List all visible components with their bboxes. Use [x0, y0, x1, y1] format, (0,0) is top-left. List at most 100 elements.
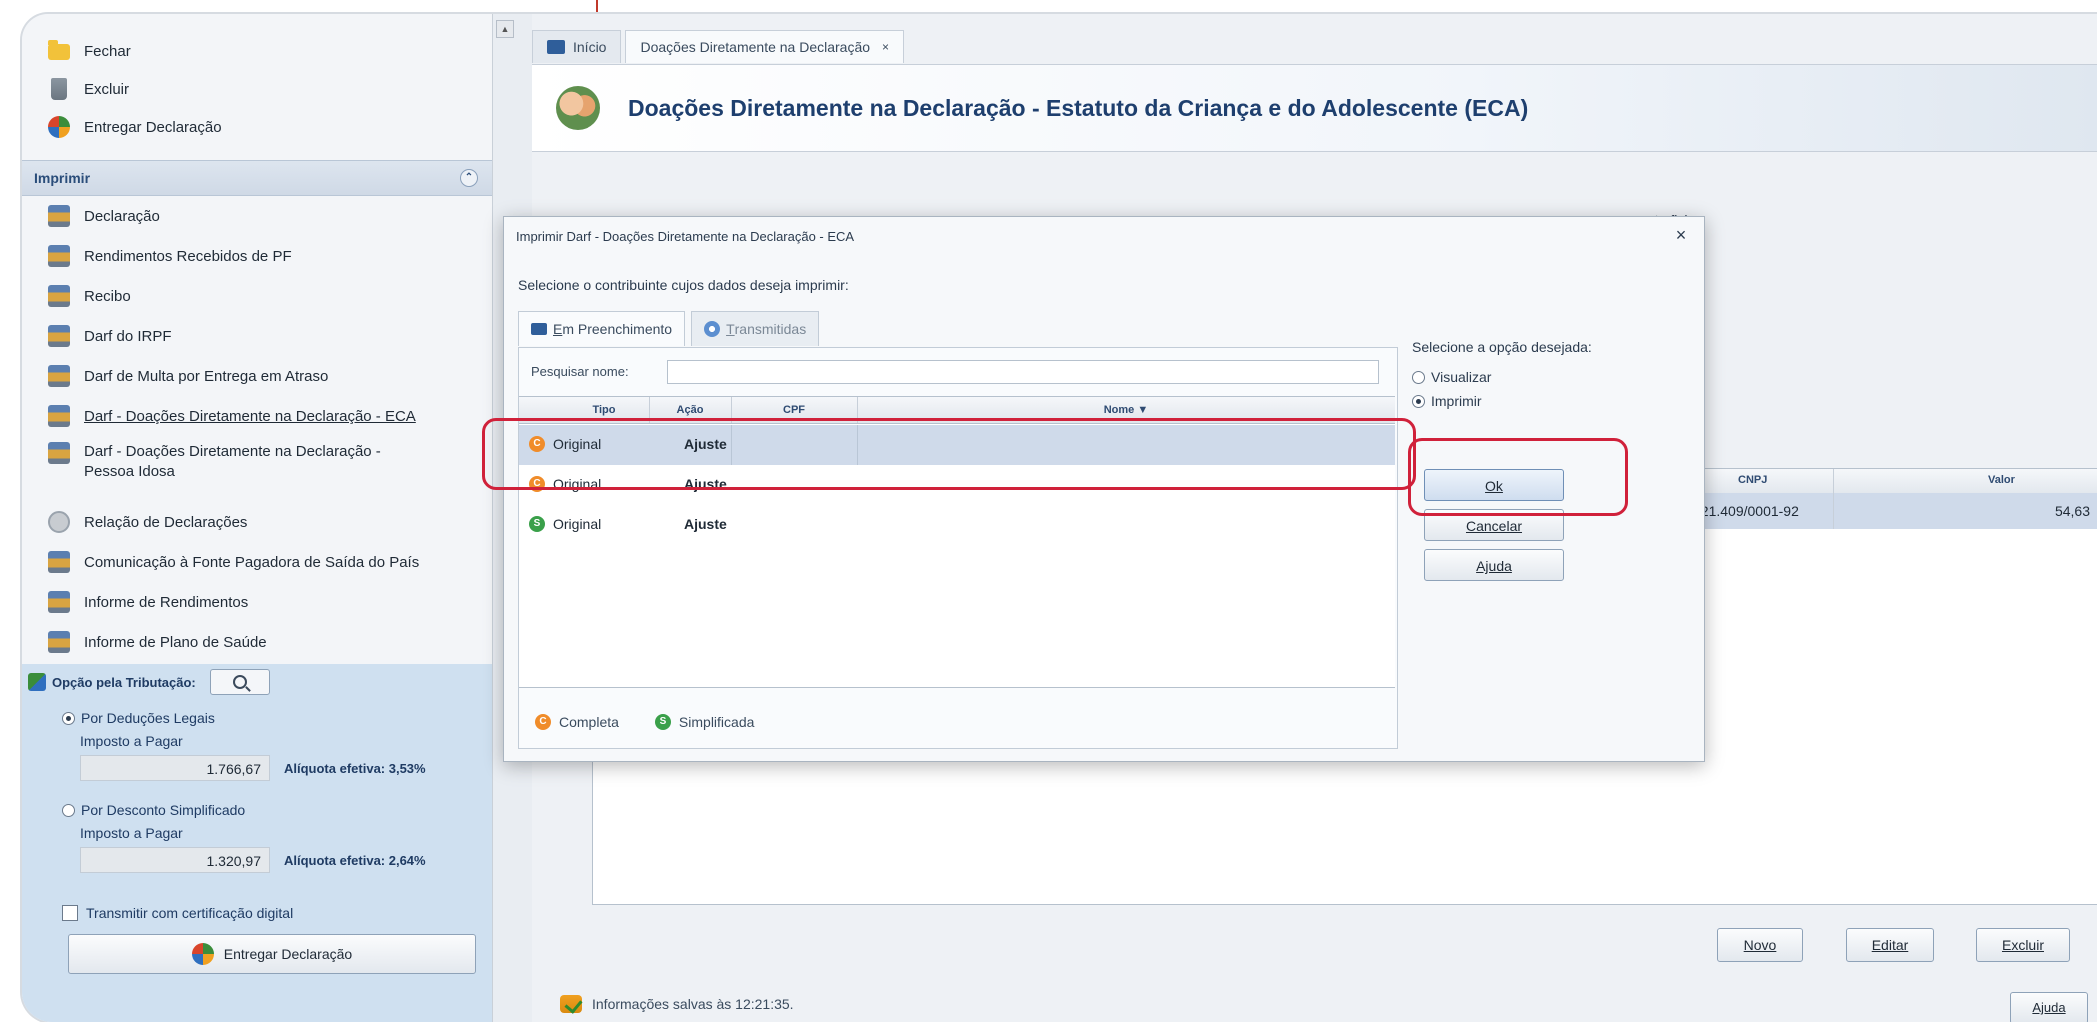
tab-label: Doações Diretamente na Declaração [640, 39, 871, 55]
simplificada-badge-icon: S [529, 516, 545, 532]
status-bar: Informações salvas às 12:21:35. [532, 986, 2097, 1022]
legend-completa: C Completa [535, 714, 619, 730]
tab-panel: Pesquisar nome: Tipo Ação CPF Nome ▼ C O… [518, 347, 1398, 749]
sidebar-item-darf-idosa[interactable]: Darf - Doações Diretamente na Declaração… [22, 436, 492, 502]
checkbox-label: Transmitir com certificação digital [86, 905, 294, 921]
swap-arrows-icon [28, 673, 46, 691]
printer-icon [48, 442, 70, 464]
checkbox[interactable] [62, 905, 78, 921]
close-icon[interactable]: × [1668, 223, 1694, 247]
sidebar-item-entregar[interactable]: Entregar Declaração [22, 108, 492, 146]
imposto-row-1: 1.766,67 Alíquota efetiva: 3,53% [22, 752, 492, 784]
sidebar-item-label: Excluir [84, 80, 130, 98]
sidebar-item-darf-multa[interactable]: Darf de Multa por Entrega em Atraso [22, 356, 492, 396]
tab-bar: Início Doações Diretamente na Declaração… [532, 30, 908, 64]
sidebar-item-darf-eca[interactable]: Darf - Doações Diretamente na Declaração… [22, 396, 492, 436]
radio-deducoes-legais[interactable]: Por Deduções Legais [22, 706, 492, 730]
sidebar-item-relacao[interactable]: Relação de Declarações [22, 502, 492, 542]
excluir-button[interactable]: Excluir [1976, 928, 2070, 962]
saved-check-icon [560, 995, 582, 1013]
printer-icon [48, 405, 70, 427]
cancelar-button[interactable]: Cancelar [1424, 509, 1564, 541]
tab-doacoes[interactable]: Doações Diretamente na Declaração × [625, 30, 905, 63]
satellite-icon [704, 321, 721, 337]
search-icon [232, 675, 247, 689]
printer-icon [48, 245, 70, 267]
tab-transmitidas[interactable]: Transmitidas [691, 311, 820, 346]
sidebar-item-recibo[interactable]: Recibo [22, 276, 492, 316]
cell-acao: Ajuste [684, 436, 727, 452]
radio-label: Visualizar [1431, 369, 1492, 385]
cell-text: Original [553, 476, 602, 492]
printer-icon [48, 631, 70, 653]
sidebar-section-imprimir[interactable]: Imprimir ⌃ [22, 160, 492, 196]
sidebar-item-darf-irpf[interactable]: Darf do IRPF [22, 316, 492, 356]
legend-simplificada: S Simplificada [654, 714, 755, 730]
novo-button[interactable]: Novo [1717, 928, 1803, 962]
sidebar-item-label: Declaração [84, 207, 160, 225]
radio-visualizar[interactable]: Visualizar [1412, 369, 1491, 385]
sidebar-item-excluir[interactable]: Excluir [22, 70, 492, 108]
contribuinte-selector: Em Preenchimento Transmitidas Pesquisar … [518, 311, 1398, 749]
imposto-row-2: 1.320,97 Alíquota efetiva: 2,64% [22, 844, 492, 876]
radio-selected-icon [62, 711, 75, 725]
cell-tipo: S Original [529, 516, 601, 532]
printer-icon [48, 551, 70, 573]
cell-text: Original [553, 516, 602, 532]
printer-icon [48, 325, 70, 347]
table-row[interactable]: S Original Ajuste [519, 505, 1395, 545]
tab-inicio[interactable]: Início [532, 30, 622, 63]
table-header: Tipo Ação CPF Nome ▼ [519, 397, 1395, 424]
column-divider [1833, 469, 1834, 529]
globe-icon [48, 116, 70, 138]
entregar-declaracao-button[interactable]: Entregar Declaração [68, 934, 476, 974]
sidebar-item-informe-saude[interactable]: Informe de Plano de Saúde [22, 622, 492, 662]
sidebar-item-informe-rendimentos[interactable]: Informe de Rendimentos [22, 582, 492, 622]
close-icon[interactable]: × [882, 40, 889, 54]
sidebar-item-comunicacao[interactable]: Comunicação à Fonte Pagadora de Saída do… [22, 542, 492, 582]
completa-badge-icon: C [529, 436, 545, 452]
page-banner: Doações Diretamente na Declaração - Esta… [532, 64, 2097, 152]
ajuda-button[interactable]: Ajuda [1424, 549, 1564, 581]
sidebar-item-fechar[interactable]: Fechar [22, 32, 492, 70]
tab-label: ransmitidas [734, 321, 807, 337]
search-name-input[interactable] [667, 360, 1379, 384]
column-header-nome[interactable]: Nome ▼ [857, 404, 1395, 416]
legend-label: Simplificada [678, 714, 755, 730]
dialog-tabs: Em Preenchimento Transmitidas [518, 311, 825, 347]
scroll-up-arrow-icon[interactable]: ▲ [496, 20, 514, 38]
column-header-tipo[interactable]: Tipo [559, 404, 649, 416]
table-row[interactable]: C Original Ajuste [519, 465, 1395, 505]
column-header-acao[interactable]: Ação [649, 404, 731, 416]
table-row[interactable]: C Original Ajuste [519, 425, 1395, 465]
sidebar: Fechar Excluir Entregar Declaração Impri… [22, 14, 493, 1022]
ajuda-button[interactable]: Ajuda [2010, 992, 2088, 1022]
radio-imprimir[interactable]: Imprimir [1412, 393, 1482, 409]
certificado-checkbox-row[interactable]: Transmitir com certificação digital [22, 902, 492, 924]
completa-badge-icon: C [529, 476, 545, 492]
search-button[interactable] [209, 669, 270, 695]
family-icon [556, 86, 600, 130]
tab-label: Início [573, 39, 607, 55]
imposto-label: Imposto a Pagar [80, 733, 183, 749]
ok-button[interactable]: Ok [1424, 469, 1564, 501]
imposto-value: 1.766,67 [80, 755, 270, 781]
tab-em-preenchimento[interactable]: Em Preenchimento [518, 311, 686, 346]
imposto-label: Imposto a Pagar [80, 825, 183, 841]
radio-desconto-simplificado[interactable]: Por Desconto Simplificado [22, 798, 492, 822]
sidebar-item-rendimentos-pf[interactable]: Rendimentos Recebidos de PF [22, 236, 492, 276]
simplificada-badge-icon: S [654, 714, 671, 730]
column-header-cpf[interactable]: CPF [731, 404, 857, 416]
radio-label: Por Deduções Legais [81, 710, 215, 726]
editar-button[interactable]: Editar [1846, 928, 1934, 962]
column-divider [857, 425, 858, 465]
status-text: Informações salvas às 12:21:35. [592, 996, 794, 1012]
sidebar-item-label: Informe de Rendimentos [84, 593, 249, 611]
option-label: Selecione a opção desejada: [1412, 339, 1592, 355]
home-icon [547, 40, 565, 54]
legend-label: Completa [559, 714, 619, 730]
sidebar-item-declaracao[interactable]: Declaração [22, 196, 492, 236]
radio-label: Por Desconto Simplificado [81, 802, 246, 818]
collapse-up-icon[interactable]: ⌃ [460, 169, 478, 187]
folder-icon [48, 40, 70, 60]
